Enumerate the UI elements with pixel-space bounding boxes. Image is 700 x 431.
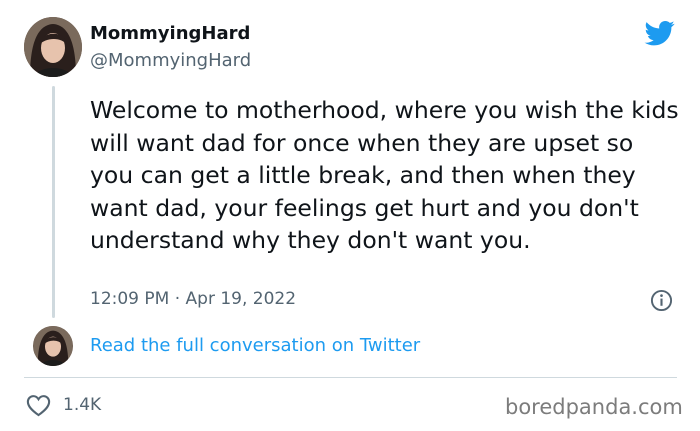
tweet-timestamp[interactable]: 12:09 PM · Apr 19, 2022 [90, 289, 296, 309]
reply-avatar[interactable] [33, 326, 73, 366]
author-display-name[interactable]: MommyingHard [90, 23, 250, 44]
thread-line [52, 86, 55, 318]
like-count: 1.4K [63, 395, 102, 415]
twitter-bird-icon[interactable] [643, 18, 677, 48]
author-avatar-image [24, 17, 82, 77]
heart-icon[interactable] [26, 394, 51, 417]
read-conversation-link[interactable]: Read the full conversation on Twitter [90, 335, 420, 356]
tweet-text: Welcome to motherhood, where you wish th… [90, 96, 687, 254]
reply-avatar-image [33, 326, 73, 366]
author-handle[interactable]: @MommyingHard [90, 50, 251, 71]
info-icon[interactable] [650, 289, 673, 312]
divider [24, 377, 677, 378]
author-avatar[interactable] [24, 17, 82, 77]
watermark: boredpanda.com [505, 395, 683, 419]
